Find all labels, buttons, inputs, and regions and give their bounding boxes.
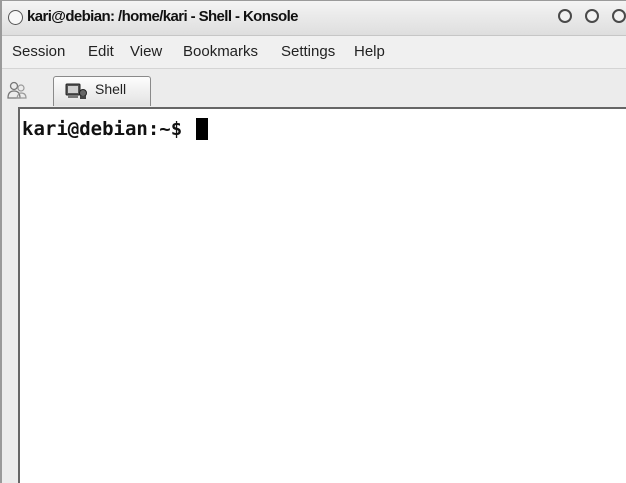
- tab-shell-label: Shell: [95, 81, 127, 97]
- close-button[interactable]: [612, 9, 626, 23]
- maximize-button[interactable]: [585, 9, 599, 23]
- tab-shell[interactable]: Shell: [53, 76, 151, 106]
- window-menu-icon[interactable]: [8, 10, 23, 25]
- terminal-icon: [65, 83, 87, 99]
- menu-bar: Session Edit View Bookmarks Settings Hel…: [2, 36, 626, 69]
- menu-help[interactable]: Help: [354, 43, 385, 60]
- menu-settings[interactable]: Settings: [281, 43, 335, 60]
- terminal-prompt: kari@debian:~$: [22, 118, 194, 140]
- new-session-icon[interactable]: [6, 79, 28, 101]
- terminal-area[interactable]: kari@debian:~$: [18, 107, 626, 483]
- window-title: kari@debian: /home/kari - Shell - Konsol…: [27, 8, 299, 25]
- text-cursor: [195, 118, 208, 140]
- minimize-button[interactable]: [558, 9, 572, 23]
- menu-bookmarks[interactable]: Bookmarks: [183, 43, 258, 60]
- menu-view[interactable]: View: [130, 43, 162, 60]
- menu-session[interactable]: Session: [12, 43, 65, 60]
- terminal-prompt-line: kari@debian:~$: [22, 117, 208, 141]
- menu-edit[interactable]: Edit: [88, 43, 114, 60]
- tab-bar: Shell: [2, 69, 626, 107]
- title-bar[interactable]: kari@debian: /home/kari - Shell - Konsol…: [2, 1, 626, 36]
- konsole-window: kari@debian: /home/kari - Shell - Konsol…: [0, 0, 626, 483]
